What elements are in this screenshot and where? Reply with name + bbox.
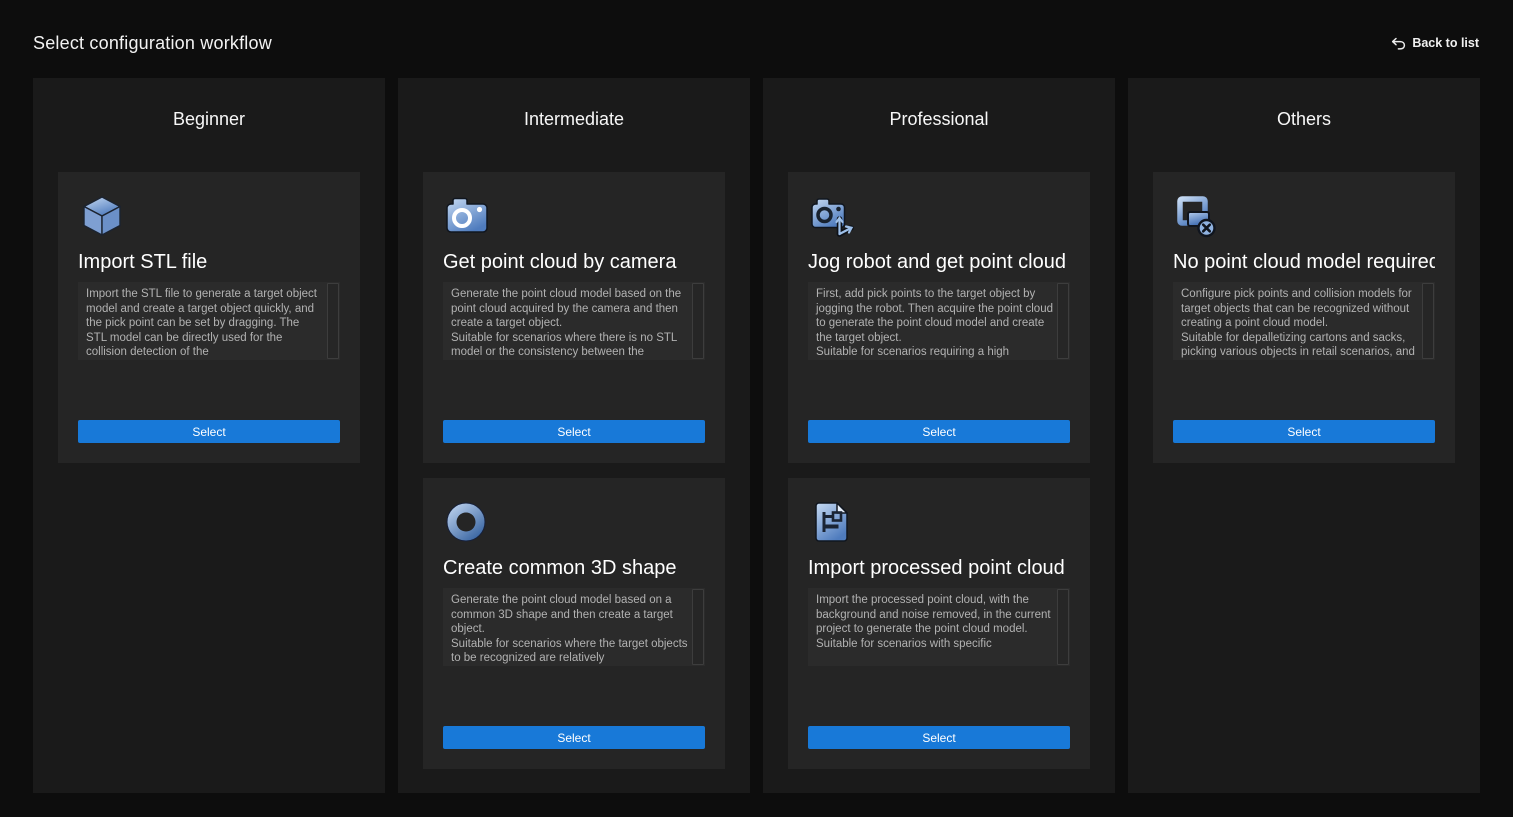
card-get-point-cloud-by-camera: Get point cloud by camera Generate the p… [423,172,725,463]
column-title: Intermediate [398,106,750,132]
ring-icon [443,498,491,546]
card-description-box: First, add pick points to the target obj… [808,282,1070,360]
select-button[interactable]: Select [1173,420,1435,443]
cube-icon [78,192,126,240]
card-description: Import the STL file to generate a target… [78,282,326,360]
scrollbar-thumb[interactable] [1057,589,1069,665]
card-description-box: Configure pick points and collision mode… [1173,282,1435,360]
card-title: Create common 3D shape [443,557,705,580]
column-title: Professional [763,106,1115,132]
undo-arrow-icon [1391,37,1406,50]
workflow-columns: Beginner Import STL file Import the STL … [33,78,1480,793]
card-description: Configure pick points and collision mode… [1173,282,1421,360]
camera-icon [443,192,491,240]
select-button[interactable]: Select [443,420,705,443]
description-scrollbar[interactable] [1421,282,1435,360]
description-scrollbar[interactable] [691,588,705,666]
select-button[interactable]: Select [78,420,340,443]
card-title: Import STL file [78,251,340,274]
back-to-list-button[interactable]: Back to list [1391,36,1479,50]
column-professional: Professional [763,78,1115,793]
card-import-processed-point-cloud: Import processed point cloud Import the … [788,478,1090,769]
card-description: Generate the point cloud model based on … [443,588,691,666]
column-others: Others No point cloud model required Con… [1128,78,1480,793]
scrollbar-thumb[interactable] [692,283,704,359]
column-beginner: Beginner Import STL file Import the STL … [33,78,385,793]
camera-axes-icon [808,192,856,240]
card-description-box: Import the processed point cloud, with t… [808,588,1070,666]
card-title: Get point cloud by camera [443,251,705,274]
column-title: Others [1128,106,1480,132]
column-title: Beginner [33,106,385,132]
card-title: No point cloud model required [1173,251,1435,274]
select-button[interactable]: Select [808,420,1070,443]
description-scrollbar[interactable] [1056,588,1070,666]
description-scrollbar[interactable] [326,282,340,360]
card-description-box: Generate the point cloud model based on … [443,588,705,666]
card-description: Import the processed point cloud, with t… [808,588,1056,666]
description-scrollbar[interactable] [1056,282,1070,360]
card-import-stl-file: Import STL file Import the STL file to g… [58,172,360,463]
scrollbar-thumb[interactable] [327,283,339,359]
card-description: Generate the point cloud model based on … [443,282,691,360]
card-no-point-cloud-model-required: No point cloud model required Configure … [1153,172,1455,463]
select-button[interactable]: Select [808,726,1070,749]
no-model-icon [1173,192,1221,240]
card-description-box: Import the STL file to generate a target… [78,282,340,360]
card-create-common-3d-shape: Create common 3D shape Generate the poin… [423,478,725,769]
column-intermediate: Intermediate Get point cloud by camera G… [398,78,750,793]
card-description: First, add pick points to the target obj… [808,282,1056,360]
card-jog-robot-and-get-point-cloud: Jog robot and get point cloud First, add… [788,172,1090,463]
card-title: Import processed point cloud [808,557,1070,580]
back-to-list-label: Back to list [1412,36,1479,50]
card-description-box: Generate the point cloud model based on … [443,282,705,360]
scrollbar-thumb[interactable] [692,589,704,665]
description-scrollbar[interactable] [691,282,705,360]
select-button[interactable]: Select [443,726,705,749]
scrollbar-thumb[interactable] [1057,283,1069,359]
document-tree-icon [808,498,856,546]
scrollbar-thumb[interactable] [1422,283,1434,359]
page-title: Select configuration workflow [33,33,272,54]
card-title: Jog robot and get point cloud [808,251,1070,274]
